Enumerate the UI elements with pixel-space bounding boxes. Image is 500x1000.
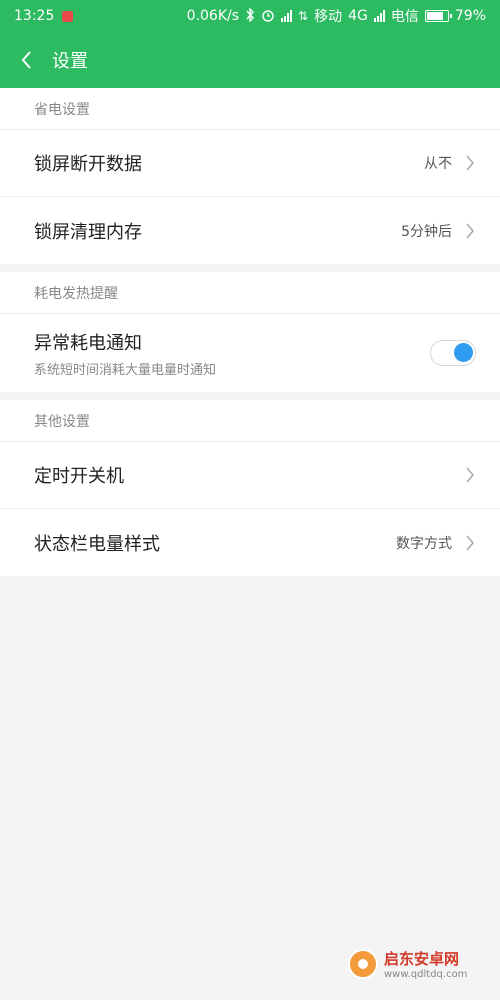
setting-value: 5分钟后	[401, 223, 452, 240]
watermark-name: 启东安卓网	[384, 950, 460, 968]
app-bar: 设置	[0, 32, 500, 88]
signal-bars-secondary-icon	[373, 10, 385, 22]
abnormal-drain-toggle[interactable]	[430, 340, 476, 366]
section-header: 耗电发热提醒	[0, 272, 500, 314]
setting-row-lock-clear-memory[interactable]: 锁屏清理内存 5分钟后	[0, 197, 500, 264]
setting-value: 数字方式	[396, 535, 452, 552]
setting-label: 状态栏电量样式	[34, 533, 160, 555]
chevron-left-icon	[21, 51, 31, 69]
section-power-heat-alerts: 耗电发热提醒 异常耗电通知 系统短时间消耗大量电量时通知	[0, 272, 500, 392]
carrier-secondary: 电信	[390, 9, 419, 25]
watermark-logo-icon	[348, 949, 378, 979]
setting-row-scheduled-power[interactable]: 定时开关机	[0, 442, 500, 509]
network-speed: 0.06K/s	[186, 8, 240, 24]
chevron-right-icon	[464, 533, 476, 553]
setting-row-abnormal-drain-notify: 异常耗电通知 系统短时间消耗大量电量时通知	[0, 314, 500, 392]
setting-label: 锁屏清理内存	[34, 221, 142, 243]
signal-bars-icon	[281, 10, 293, 22]
settings-list: 省电设置 锁屏断开数据 从不 锁屏清理内存 5分钟后 耗电发热提醒 异常耗电通知…	[0, 88, 500, 584]
setting-value: 从不	[424, 156, 452, 172]
watermark: 启东安卓网 www.qdltdq.com	[348, 934, 488, 994]
battery-percent: 79%	[454, 8, 486, 24]
battery-icon	[424, 10, 452, 22]
carrier-primary: 移动	[314, 9, 343, 25]
network-type: 4G	[348, 8, 368, 24]
setting-subtitle: 系统短时间消耗大量电量时通知	[34, 362, 217, 378]
section-other: 其他设置 定时开关机 状态栏电量样式 数字方式	[0, 400, 500, 576]
setting-label: 异常耗电通知	[34, 332, 142, 354]
setting-label: 定时开关机	[34, 466, 124, 487]
section-power-saving: 省电设置 锁屏断开数据 从不 锁屏清理内存 5分钟后	[0, 88, 500, 264]
chevron-right-icon	[464, 465, 476, 485]
chevron-right-icon	[464, 221, 476, 241]
back-button[interactable]	[0, 32, 52, 88]
page-title: 设置	[52, 51, 88, 72]
chevron-right-icon	[464, 153, 476, 173]
bluetooth-icon	[245, 6, 255, 25]
section-header: 省电设置	[0, 88, 500, 130]
status-time: 13:25	[14, 8, 55, 24]
setting-row-battery-style[interactable]: 状态栏电量样式 数字方式	[0, 509, 500, 576]
status-right: 0.06K/s ⇅ 移动 4G 电信 79%	[187, 6, 486, 26]
alarm-icon	[261, 8, 275, 25]
section-header: 其他设置	[0, 400, 500, 442]
toggle-knob	[454, 343, 473, 362]
watermark-text: 启东安卓网 www.qdltdq.com	[384, 948, 467, 980]
status-bar: 13:25 0.06K/s ⇅ 移动 4G 电信 79%	[0, 0, 500, 32]
notification-icon	[62, 10, 74, 22]
watermark-url: www.qdltdq.com	[384, 969, 468, 980]
setting-label: 锁屏断开数据	[34, 154, 142, 175]
setting-texts: 异常耗电通知 系统短时间消耗大量电量时通知	[34, 329, 216, 378]
setting-row-lock-disconnect-data[interactable]: 锁屏断开数据 从不	[0, 130, 500, 197]
data-arrows-icon: ⇅	[298, 9, 309, 23]
